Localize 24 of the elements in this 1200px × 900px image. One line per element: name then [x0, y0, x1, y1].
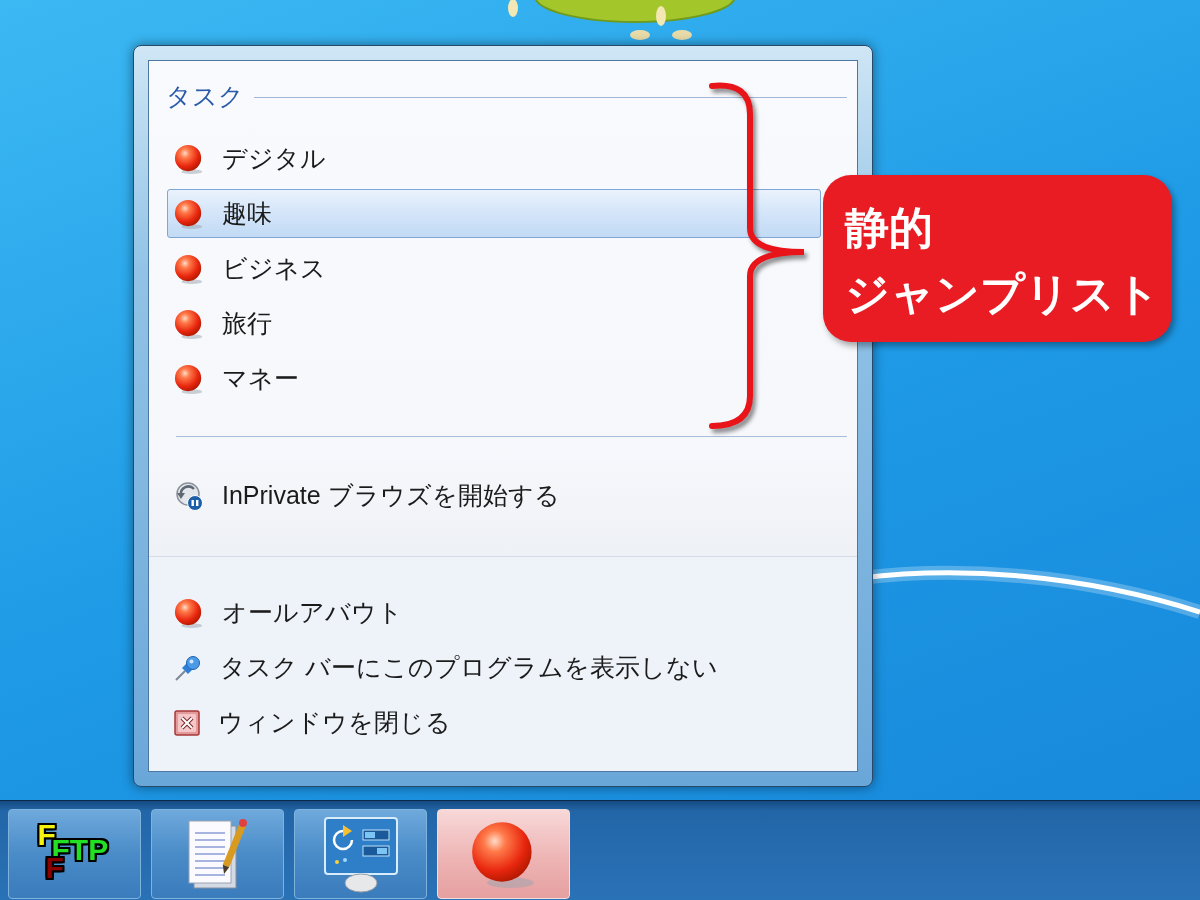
circular-arrow-icon: [174, 480, 204, 511]
pushpin-icon: [174, 653, 202, 682]
ball-icon: [174, 143, 204, 174]
menu-item[interactable]: オールアバウト: [167, 588, 821, 637]
menu-item[interactable]: 旅行: [167, 299, 821, 348]
menu-item[interactable]: ウィンドウを閉じる: [167, 698, 821, 747]
menu-item[interactable]: タスク バーにこのプログラムを表示しない: [167, 643, 821, 692]
notepad-icon: [186, 817, 249, 891]
menu-item[interactable]: 趣味: [167, 189, 821, 238]
section-heading: タスク: [166, 81, 244, 113]
ball-icon: [174, 597, 204, 628]
ftp-logo: FFTP F: [36, 820, 110, 886]
taskbar-button[interactable]: [294, 809, 427, 899]
menu-item[interactable]: InPrivate ブラウズを開始する: [167, 471, 561, 520]
ball-icon: [174, 308, 204, 339]
callout-label: 静的 ジャンプリスト: [823, 175, 1172, 342]
ball-icon: [174, 363, 204, 394]
menu-item[interactable]: デジタル: [167, 134, 821, 183]
close-icon: [174, 709, 200, 736]
menu-item[interactable]: マネー: [167, 354, 821, 403]
ball-icon: [174, 198, 204, 229]
ball-icon: [174, 253, 204, 284]
menu-item[interactable]: ビジネス: [167, 244, 821, 293]
taskbar-button[interactable]: [151, 809, 284, 899]
